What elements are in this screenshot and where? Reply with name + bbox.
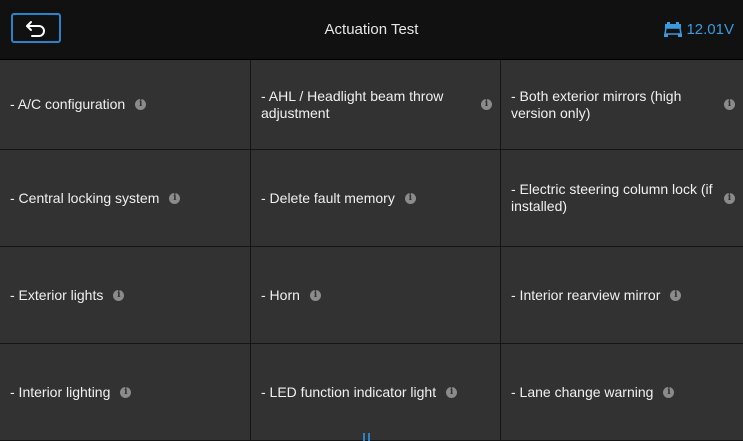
test-item-label: - Electric steering column lock (if inst… <box>511 181 713 214</box>
test-item-exterior-mirrors[interactable]: - Both exterior mirrors (high version on… <box>501 60 743 150</box>
info-icon[interactable]: i <box>113 289 125 301</box>
test-item-label: - Both exterior mirrors (high version on… <box>511 87 682 121</box>
info-icon[interactable]: i <box>169 192 181 204</box>
test-item-label: - AHL / Headlight beam throw adjustment <box>261 87 444 121</box>
info-icon[interactable]: i <box>446 386 458 398</box>
car-battery-icon <box>664 21 683 37</box>
info-icon[interactable]: i <box>663 386 675 398</box>
info-icon[interactable]: i <box>724 192 735 204</box>
test-item-ahl-headlight[interactable]: - AHL / Headlight beam throw adjustment … <box>251 60 501 150</box>
test-item-label: - Lane change warning <box>511 383 654 400</box>
info-icon[interactable]: i <box>120 386 132 398</box>
test-item-label: - Exterior lights <box>10 286 104 303</box>
test-item-label: - LED function indicator light <box>261 383 437 400</box>
test-item-central-locking[interactable]: - Central locking system i <box>0 150 251 247</box>
test-item-exterior-lights[interactable]: - Exterior lights i <box>0 247 251 344</box>
scroll-more-indicator-icon <box>363 433 373 441</box>
info-icon[interactable]: i <box>724 99 735 110</box>
test-item-horn[interactable]: - Horn i <box>251 247 501 344</box>
test-item-delete-fault-memory[interactable]: - Delete fault memory i <box>251 150 501 247</box>
page-title: Actuation Test <box>324 21 419 38</box>
test-item-led-indicator[interactable]: - LED function indicator light i <box>251 344 501 441</box>
test-item-label: - A/C configuration <box>10 96 126 112</box>
actuation-test-grid: - A/C configuration i - AHL / Headlight … <box>0 60 743 441</box>
test-item-interior-lighting[interactable]: - Interior lighting i <box>0 344 251 441</box>
test-item-lane-change-warning[interactable]: - Lane change warning i <box>501 344 743 441</box>
top-bar: Actuation Test 12.01V <box>0 0 743 60</box>
test-item-label: - Interior lighting <box>10 383 111 400</box>
info-icon[interactable]: i <box>309 289 321 301</box>
info-icon[interactable]: i <box>135 99 147 110</box>
test-item-label: - Horn <box>261 286 300 303</box>
info-icon[interactable]: i <box>404 192 416 204</box>
test-item-ac-configuration[interactable]: - A/C configuration i <box>0 60 251 150</box>
battery-status: 12.01V <box>664 0 734 59</box>
test-item-label: - Interior rearview mirror <box>511 286 661 303</box>
test-item-interior-rearview-mirror[interactable]: - Interior rearview mirror i <box>501 247 743 344</box>
test-item-label: - Delete fault memory <box>261 189 395 206</box>
test-item-label: - Central locking system <box>10 189 160 206</box>
info-icon[interactable]: i <box>481 99 492 110</box>
info-icon[interactable]: i <box>670 289 682 301</box>
test-item-steering-column-lock[interactable]: - Electric steering column lock (if inst… <box>501 150 743 247</box>
battery-voltage: 12.01V <box>686 21 734 38</box>
